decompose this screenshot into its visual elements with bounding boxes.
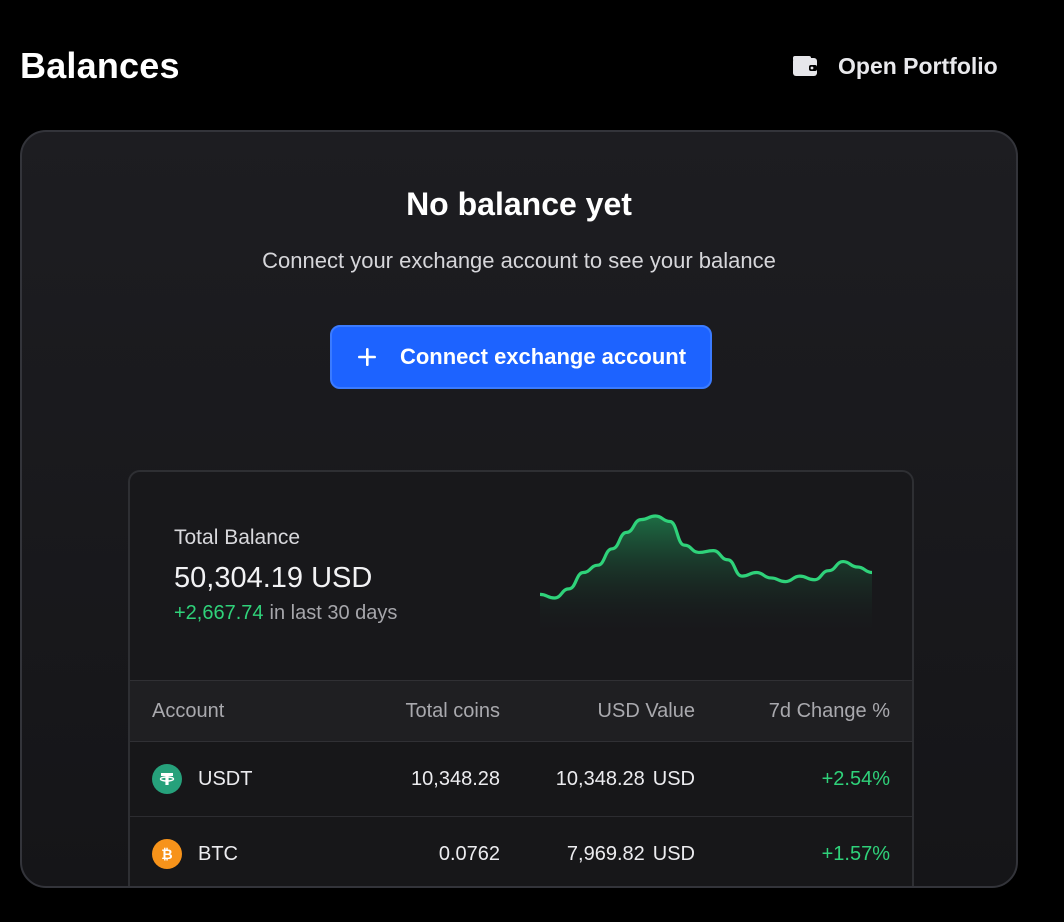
table-row: USDT 10,348.28 10,348.28 USD +2.54% xyxy=(130,742,912,817)
plus-icon xyxy=(356,346,378,368)
total-coins-cell: 0.0762 xyxy=(438,842,500,865)
balances-table: Account Total coins USD Value 7d Change … xyxy=(130,680,912,886)
empty-state-title: No balance yet xyxy=(406,186,632,222)
balance-sparkline xyxy=(540,514,872,638)
open-portfolio-label: Open Portfolio xyxy=(838,52,998,79)
btc-icon: ₿ xyxy=(152,839,182,869)
usd-unit: USD xyxy=(652,767,695,790)
header-usd-value: USD Value xyxy=(597,699,695,722)
total-coins-cell: 10,348.28 xyxy=(411,767,500,790)
coin-name: BTC xyxy=(198,842,238,865)
total-balance-label: Total Balance xyxy=(174,526,301,549)
svg-text:₿: ₿ xyxy=(161,847,172,863)
change-cell: +1.57% xyxy=(821,842,890,865)
header-7d-change: 7d Change % xyxy=(768,699,890,722)
total-balance-value: 50,304.19 USD xyxy=(174,562,373,594)
page-title: Balances xyxy=(20,45,180,86)
usd-value-cell: 7,969.82 USD xyxy=(500,843,695,866)
table-header: Account Total coins USD Value 7d Change … xyxy=(130,680,912,742)
header-total-coins: Total coins xyxy=(405,699,501,722)
connect-exchange-button[interactable]: Connect exchange account xyxy=(330,325,712,389)
balance-change: +2,667.74 in last 30 days xyxy=(174,602,397,625)
empty-state-subtitle: Connect your exchange account to see you… xyxy=(262,248,776,273)
connect-exchange-label: Connect exchange account xyxy=(399,344,687,369)
balance-change-value: +2,667.74 xyxy=(174,602,264,624)
usd-value-cell: 10,348.28 USD xyxy=(500,768,695,791)
balance-change-period: in last 30 days xyxy=(269,602,398,624)
sparkline-area xyxy=(540,516,872,638)
wallet-icon xyxy=(792,55,818,77)
usdt-icon xyxy=(152,764,182,794)
usd-value: 7,969.82 xyxy=(566,842,645,865)
table-row: ₿ BTC 0.0762 7,969.82 USD +1.57% xyxy=(130,817,912,886)
open-portfolio-button[interactable]: Open Portfolio xyxy=(792,50,998,82)
balance-preview: Total Balance 50,304.19 USD +2,667.74 in … xyxy=(128,470,914,886)
header-account: Account xyxy=(152,699,225,722)
coin-name: USDT xyxy=(198,767,253,790)
change-cell: +2.54% xyxy=(821,767,890,790)
usd-unit: USD xyxy=(652,842,695,865)
balances-card: No balance yet Connect your exchange acc… xyxy=(20,130,1018,888)
usd-value: 10,348.28 xyxy=(555,767,645,790)
